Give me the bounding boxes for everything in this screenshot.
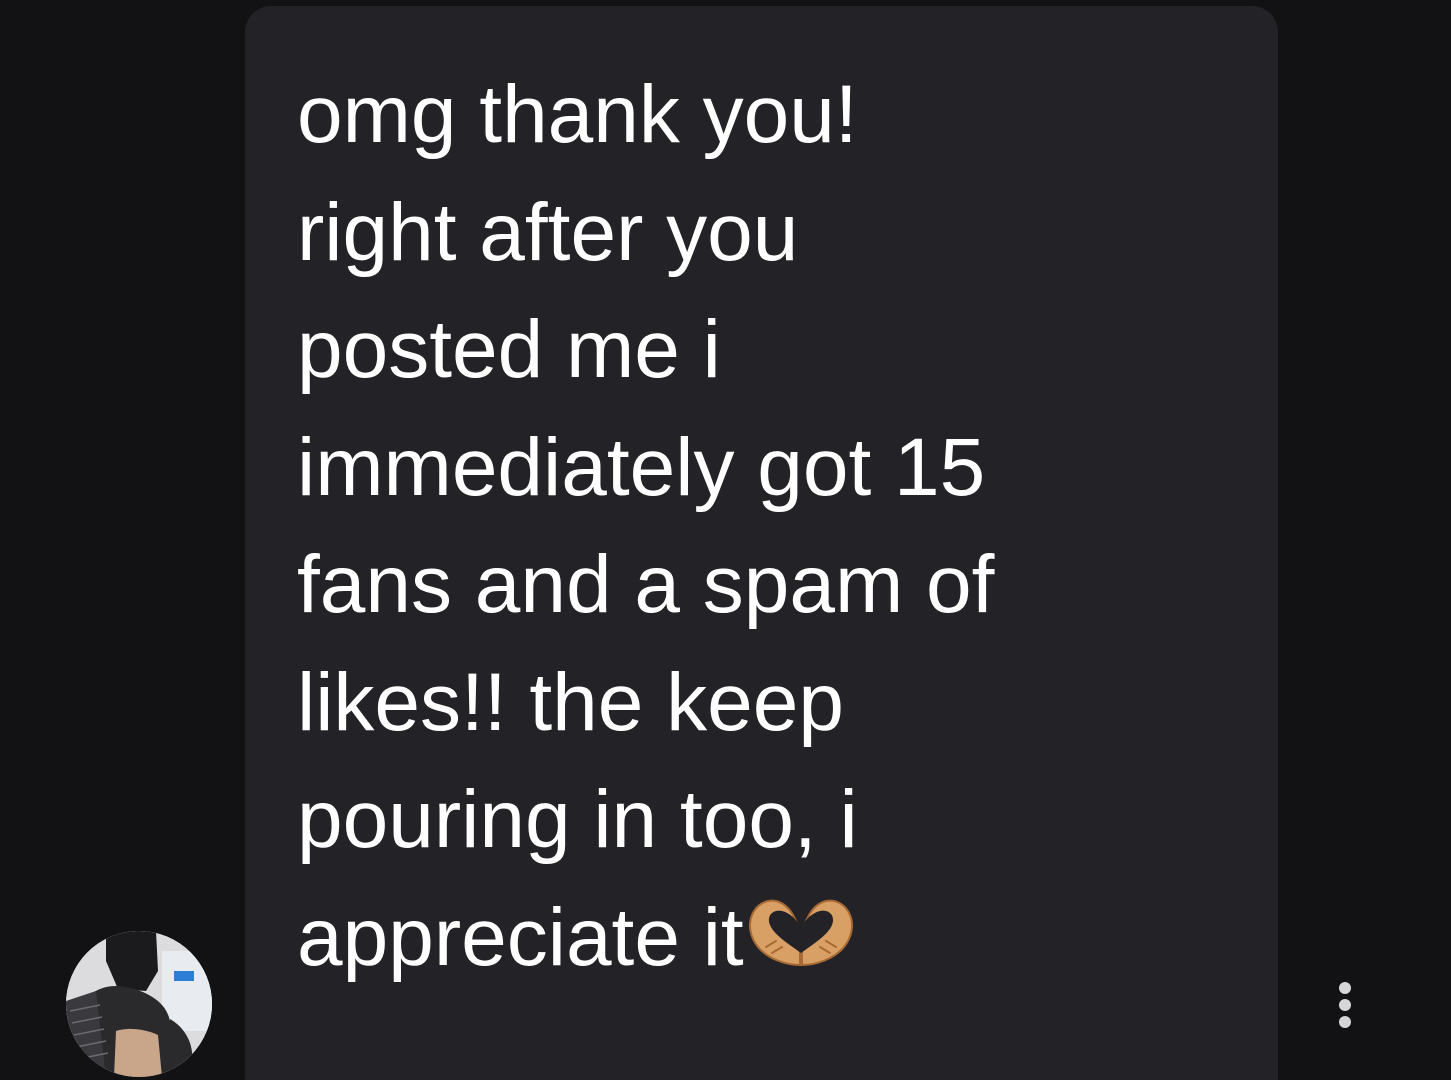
vertical-ellipsis-icon-dot	[1339, 982, 1351, 994]
message-line: likes!! the keep	[297, 656, 844, 748]
avatar[interactable]	[66, 931, 212, 1077]
profile-photo-icon	[66, 931, 212, 1077]
heart-hands-icon	[748, 899, 853, 966]
message-line: omg thank you!	[297, 69, 858, 160]
chat-area: omg thank you! right after you posted me…	[0, 0, 1451, 1080]
vertical-ellipsis-icon-dot	[1339, 1016, 1351, 1028]
vertical-ellipsis-icon-dot	[1339, 999, 1351, 1011]
message-bubble[interactable]: omg thank you! right after you posted me…	[245, 6, 1278, 1080]
more-options-button[interactable]	[1334, 982, 1358, 1028]
message-line: posted me i	[297, 304, 721, 395]
message-line: immediately got 15	[297, 421, 986, 513]
message-line: fans and a spam of	[297, 539, 995, 630]
message-line: pouring in too, i	[297, 774, 858, 865]
message-text: omg thank you! right after you posted me…	[297, 56, 1238, 996]
message-line: appreciate it	[297, 891, 744, 983]
message-line: right after you	[297, 186, 799, 278]
